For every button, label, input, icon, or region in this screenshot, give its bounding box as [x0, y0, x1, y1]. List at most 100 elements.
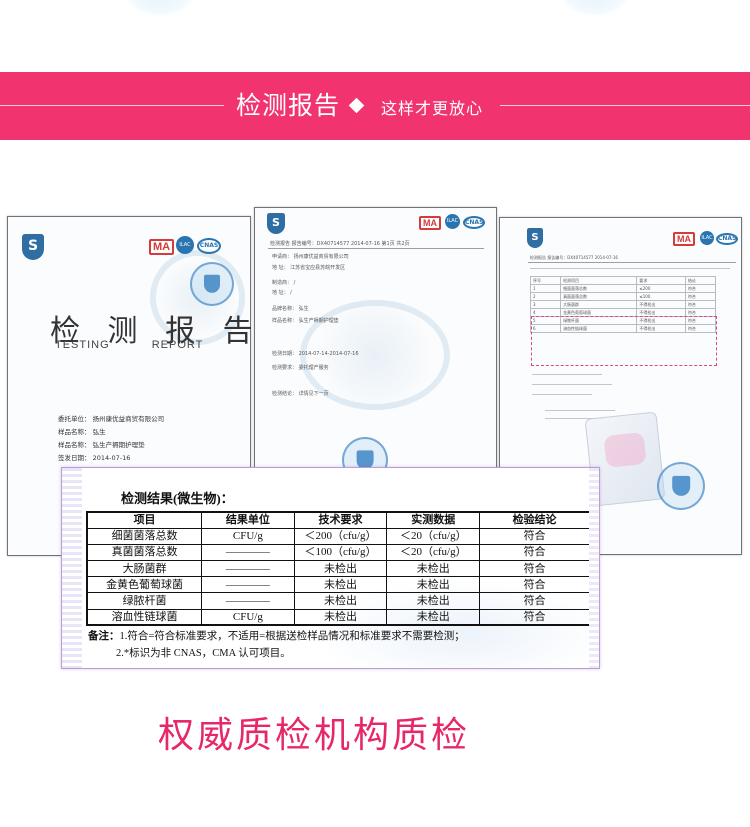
cover-info-row: 样品名称： 弘生 [58, 428, 106, 436]
ilac-badge-icon: ILAC [700, 231, 714, 245]
detail-text-line [532, 384, 612, 385]
table-header-row: 项目 结果单位 技术要求 实测数据 检验结论 [86, 511, 591, 529]
table-cell: 符合 [479, 592, 591, 610]
table-cell: 符合 [479, 608, 591, 626]
summary-row: 样品名称： 弘生产褥期护理垫 [272, 318, 339, 324]
table-cell: CFU/g [201, 608, 295, 626]
summary-row: 制造商： / [272, 280, 296, 286]
detail-header: 检测报告 报告编号：DX40714577 2014-07-16 [530, 255, 618, 260]
table-cell: ———— [201, 560, 295, 578]
table-cell: 未检出 [386, 592, 481, 610]
table-cell: ———— [201, 543, 295, 562]
top-bubble-right [560, 0, 630, 16]
highlight-dashed-box [531, 316, 717, 366]
authority-headline: 权威质检机构质检 [158, 715, 471, 756]
column-header: 实测数据 [386, 511, 481, 529]
table-cell: 符合 [479, 543, 591, 562]
summary-row: 地 址： / [272, 290, 292, 296]
table-cell: ＜20（cfu/g） [386, 527, 481, 545]
banner-title: 检测报告 [236, 91, 341, 120]
cnas-badge-icon: CNAS [197, 238, 221, 254]
cover-info-row: 样品名称： 弘生产褥期护理垫 [58, 441, 145, 449]
ilac-badge-icon: ILAC [176, 236, 194, 254]
cover-info-row: 委托单位： 扬州康优益商贸有限公司 [58, 415, 165, 423]
table-row: 2 真菌菌落总数 ≤100 符合 [529, 292, 717, 301]
table-row: 1 细菌菌落总数 ≤200 符合 [529, 284, 717, 293]
table-row: 大肠菌群 ———— 未检出 未检出 符合 [86, 560, 591, 578]
diamond-icon [348, 97, 365, 114]
table-row: 绿脓杆菌 ———— 未检出 未检出 符合 [86, 592, 591, 610]
table-cell: ＜200（cfu/g） [293, 527, 388, 545]
table-row: 序号 检测项目 要求 结论 [529, 276, 717, 285]
table-row: 溶血性链球菌 CFU/g 未检出 未检出 符合 [86, 608, 591, 626]
table-cell: 细菌菌落总数 [86, 527, 203, 545]
table-cell: 大肠菌群 [86, 560, 203, 578]
summary-row: 品牌名称： 弘生 [272, 306, 309, 312]
column-header: 技术要求 [293, 511, 388, 529]
detail-text-line [532, 394, 592, 395]
summary-header: 检测报告 报告编号：DX40714577 2014-07-16 第1页 共2页 [270, 241, 410, 247]
ma-badge: MA [673, 232, 695, 246]
detail-text-line [530, 268, 730, 269]
lab-shield-logo-icon: S [267, 213, 285, 234]
table-cell: ＜20（cfu/g） [386, 543, 481, 562]
cover-info-row: 签发日期： 2014-07-16 [58, 454, 131, 462]
results-note-1: 备注：1.符合=符合标准要求，不适用=根据送检样品情况和标准要求不需要检测； [88, 628, 465, 643]
banner-subtitle: 这样才更放心 [381, 99, 484, 118]
summary-row: 检测结论： 详情见下一页 [272, 391, 329, 397]
report-title-en-right: REPORT [151, 339, 204, 351]
column-header: 项目 [86, 511, 203, 529]
summary-row: 申请商： 扬州康优益商贸有限公司 [272, 254, 349, 260]
table-cell: CFU/g [201, 527, 295, 545]
table-cell: 溶血性链球菌 [86, 608, 203, 626]
lab-shield-logo-icon: S [527, 228, 543, 248]
table-row: 真菌菌落总数 ———— ＜100（cfu/g） ＜20（cfu/g） 符合 [86, 543, 591, 562]
seal-stamp-icon [657, 462, 705, 510]
table-cell: 未检出 [386, 576, 481, 594]
cnas-badge-icon: CNAS [463, 216, 485, 229]
summary-row: 地 址： 江苏省宝应县苏皖开发区 [272, 265, 346, 271]
table-cell: 未检出 [293, 608, 388, 626]
banner-line-right [500, 105, 750, 106]
table-cell: 符合 [479, 576, 591, 594]
note-label: 备注： [88, 631, 120, 642]
report-title-en-left: TESTING [55, 339, 110, 351]
table-cell: ———— [201, 576, 295, 594]
table-row: 3 大肠菌群 不得检出 符合 [529, 300, 717, 309]
report-title-en: TESTING REPORT [55, 339, 241, 351]
microbiology-results-card: 检测结果(微生物)： 项目 结果单位 技术要求 实测数据 检验结论 细菌菌落总数… [61, 467, 600, 669]
cnas-badge-icon: CNAS [716, 233, 738, 245]
ma-badge: MA [149, 239, 175, 255]
table-cell: 绿脓杆菌 [86, 592, 203, 610]
table-cell: 未检出 [293, 576, 388, 594]
seal-stamp-icon [190, 262, 234, 306]
detail-text-line [532, 374, 602, 375]
ma-badge: MA [419, 216, 441, 230]
summary-row: 检测要求： 委托理产服务 [272, 365, 329, 371]
table-cell: 符合 [479, 560, 591, 578]
results-table: 项目 结果单位 技术要求 实测数据 检验结论 细菌菌落总数 CFU/g ＜200… [86, 511, 591, 627]
table-cell: ＜100（cfu/g） [293, 543, 388, 562]
column-header: 检验结论 [479, 511, 591, 529]
summary-row: 检测日期： 2014-07-14-2014-07-16 [272, 351, 359, 357]
table-cell: 未检出 [293, 560, 388, 578]
top-bubble-left [125, 0, 195, 16]
ilac-badge-icon: ILAC [445, 214, 460, 229]
table-row: 细菌菌落总数 CFU/g ＜200（cfu/g） ＜20（cfu/g） 符合 [86, 527, 591, 545]
detail-divider [528, 262, 736, 263]
column-header: 结果单位 [201, 511, 295, 529]
table-cell: ———— [201, 592, 295, 610]
table-cell: 符合 [479, 527, 591, 545]
table-cell: 未检出 [386, 560, 481, 578]
lab-shield-logo-icon: S [22, 234, 44, 260]
table-cell: 金黄色葡萄球菌 [86, 576, 203, 594]
results-heading: 检测结果(微生物)： [121, 491, 234, 506]
note-text-1: 1.符合=符合标准要求，不适用=根据送检样品情况和标准要求不需要检测； [119, 631, 465, 642]
summary-divider [268, 248, 484, 249]
table-cell: 未检出 [293, 592, 388, 610]
table-cell: 真菌菌落总数 [86, 543, 203, 562]
table-cell: 未检出 [386, 608, 481, 626]
banner-line-left [0, 105, 224, 106]
table-row: 金黄色葡萄球菌 ———— 未检出 未检出 符合 [86, 576, 591, 594]
detail-text-line [545, 410, 615, 411]
